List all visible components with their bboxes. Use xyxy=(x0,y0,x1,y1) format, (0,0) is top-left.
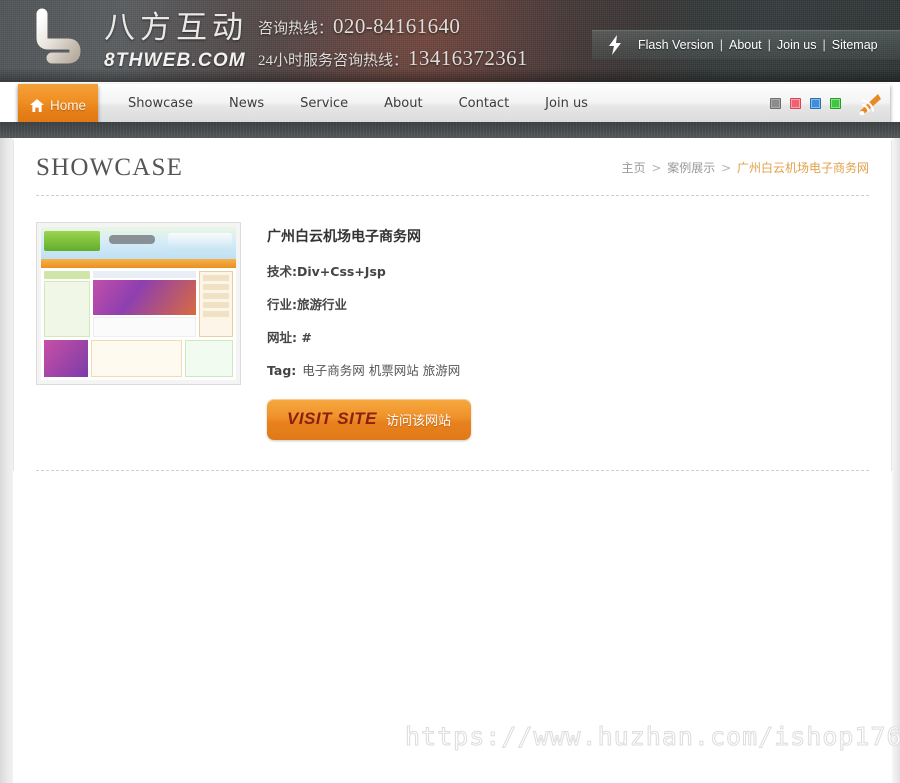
swatch-gray-icon[interactable] xyxy=(770,97,781,109)
case-tag-values: 电子商务网 机票网站 旅游网 xyxy=(302,363,461,378)
thumb-main-column xyxy=(93,271,196,337)
phone-line-1: 咨询热线：020-84161640 xyxy=(258,14,528,39)
thumb-sidebar-item xyxy=(203,311,229,317)
thumb-promo-image xyxy=(44,340,88,377)
case-tech: 技术:Div+Css+Jsp xyxy=(267,264,386,279)
nav-item-about[interactable]: About xyxy=(366,84,440,122)
page-title: SHOWCASE xyxy=(36,153,184,181)
nav-item-home-label: Home xyxy=(49,97,86,113)
phone-label-1: 咨询热线： xyxy=(258,21,334,37)
thumb-site-nav xyxy=(41,259,236,268)
thumb-site-body xyxy=(41,268,236,340)
case-title: 广州白云机场电子商务网 xyxy=(267,229,421,245)
thumb-fare-table xyxy=(91,340,182,377)
header-bottom-shade xyxy=(0,68,900,82)
thumb-search-panel xyxy=(44,271,90,337)
nav-item-contact-label: Contact xyxy=(458,95,510,111)
nav-item-showcase[interactable]: Showcase xyxy=(110,84,211,122)
case-url: 网址: # xyxy=(267,330,312,345)
content-panel: SHOWCASE 主页 > 案例展示 > 广州白云机场电子商务网 广州白云机场电… xyxy=(13,140,892,471)
nav-item-about-label: About xyxy=(384,95,423,111)
thumb-search-tabs xyxy=(44,271,90,279)
thumb-toolbar xyxy=(93,271,196,278)
header-top-links: Flash Version | About | Join us | Sitema… xyxy=(638,38,878,52)
nav-items: Showcase News Service About Contact Join… xyxy=(110,84,606,122)
thumb-footer-row xyxy=(41,340,236,380)
nav-item-showcase-label: Showcase xyxy=(128,95,193,111)
thumb-sidebar-item xyxy=(203,302,229,308)
thumb-search-form xyxy=(44,281,90,337)
swatch-green-icon[interactable] xyxy=(830,97,841,109)
top-link-separator-1: | xyxy=(719,38,723,52)
top-link-about[interactable]: About xyxy=(729,38,762,52)
case-thumbnail[interactable] xyxy=(36,222,241,385)
case-tags-row: Tag: 电子商务网 机票网站 旅游网 xyxy=(267,360,869,379)
phone-number-1: 020-84161640 xyxy=(333,14,461,38)
nav-item-join-us[interactable]: Join us xyxy=(527,84,606,122)
case-bottom-divider xyxy=(36,470,869,471)
nav-right-tools xyxy=(770,84,882,122)
nav-shadow-band xyxy=(0,122,900,138)
top-link-flash-version[interactable]: Flash Version xyxy=(638,38,714,52)
logo-text-en: 8THWEB.COM xyxy=(104,49,246,71)
case-thumbnail-image xyxy=(41,227,236,380)
nav-shadow-texture xyxy=(0,122,900,138)
phone-label-2: 24小时服务咨询热线： xyxy=(258,53,409,69)
case-industry: 行业:旅游行业 xyxy=(267,297,347,312)
lightning-bolt-icon xyxy=(592,30,638,60)
watermark-text: https://www.huzhan.com/ishop17677 xyxy=(405,722,900,752)
page-gutter-right xyxy=(892,130,900,783)
thumb-banner xyxy=(93,280,196,315)
nav-item-news-label: News xyxy=(228,95,265,111)
thumb-sidebar-item xyxy=(203,275,229,281)
breadcrumb-section[interactable]: 案例展示 xyxy=(667,161,715,175)
rss-feed-icon[interactable] xyxy=(856,91,882,116)
thumb-clouds xyxy=(168,233,232,251)
nav-item-news[interactable]: News xyxy=(211,84,282,122)
thumb-site-logo xyxy=(44,231,100,251)
visit-site-button-label-cn: 访问该网站 xyxy=(386,413,452,429)
nav-item-service[interactable]: Service xyxy=(282,84,366,122)
top-link-sitemap[interactable]: Sitemap xyxy=(832,38,878,52)
content-header: SHOWCASE 主页 > 案例展示 > 广州白云机场电子商务网 xyxy=(14,140,891,195)
page-root: 八方互动 8THWEB.COM 咨询热线：020-84161640 24小时服务… xyxy=(0,0,900,783)
nav-item-join-us-label: Join us xyxy=(545,95,588,111)
header-phones: 咨询热线：020-84161640 24小时服务咨询热线：13416372361 xyxy=(258,14,528,71)
thumb-news-list xyxy=(93,317,196,337)
breadcrumb: 主页 > 案例展示 > 广州白云机场电子商务网 xyxy=(622,159,869,176)
top-link-separator-3: | xyxy=(822,38,826,52)
nav-item-home[interactable]: Home xyxy=(18,84,98,126)
nav-item-service-label: Service xyxy=(300,95,349,111)
thumb-info-box xyxy=(185,340,233,377)
page-gutter-left xyxy=(0,130,13,783)
nav-item-contact[interactable]: Contact xyxy=(441,84,528,122)
top-link-join-us[interactable]: Join us xyxy=(777,38,817,52)
case-details: 广州白云机场电子商务网 技术:Div+Css+Jsp 行业:旅游行业 网址: #… xyxy=(267,222,869,440)
header-top-links-bar: Flash Version | About | Join us | Sitema… xyxy=(592,30,900,60)
visit-site-button[interactable]: VISIT SITE 访问该网站 xyxy=(267,399,472,440)
swatch-blue-icon[interactable] xyxy=(810,97,821,109)
phone-number-2: 13416372361 xyxy=(408,46,528,70)
thumb-sidebar-item xyxy=(203,293,229,299)
case-entry: 广州白云机场电子商务网 技术:Div+Css+Jsp 行业:旅游行业 网址: #… xyxy=(14,196,891,470)
breadcrumb-home[interactable]: 主页 xyxy=(622,161,646,175)
breadcrumb-separator-1: > xyxy=(651,161,662,175)
site-logo[interactable]: 八方互动 8THWEB.COM xyxy=(28,8,248,74)
visit-site-button-label-en: VISIT SITE xyxy=(287,409,378,428)
thumb-site-header xyxy=(41,227,236,259)
case-tag-label: Tag: xyxy=(267,363,297,378)
thumb-sidebar-item xyxy=(203,284,229,290)
site-header: 八方互动 8THWEB.COM 咨询热线：020-84161640 24小时服务… xyxy=(0,0,900,82)
logo-text-cn: 八方互动 xyxy=(104,9,248,46)
swatch-red-icon[interactable] xyxy=(790,97,801,109)
home-icon xyxy=(29,98,44,112)
breadcrumb-current: 广州白云机场电子商务网 xyxy=(736,161,869,175)
thumb-airplane-icon xyxy=(109,235,155,244)
thumb-sidebar xyxy=(199,271,233,337)
breadcrumb-separator-2: > xyxy=(721,161,732,175)
b-logo-icon xyxy=(28,8,90,74)
top-link-separator-2: | xyxy=(767,38,771,52)
